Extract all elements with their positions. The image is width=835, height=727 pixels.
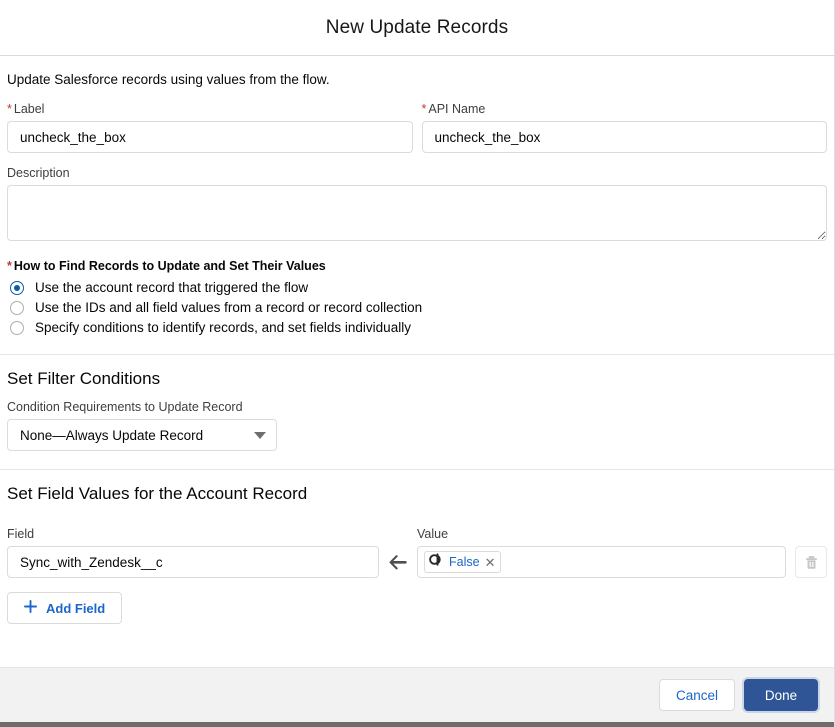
value-pill-false[interactable]: False ✕ [424,551,502,573]
label-field-label-text: Label [13,102,45,116]
radio-icon-selected [10,280,24,295]
api-name-field-label-text: API Name [428,102,486,116]
value-column-label: Value [417,527,449,541]
field-values-heading: Set Field Values for the Account Record [7,484,308,503]
done-button[interactable]: Done [744,679,818,711]
label-apiname-row: *Label *API Name [7,101,827,153]
label-field-label: * Label [7,101,413,117]
arrow-left-icon [379,554,417,570]
condition-requirements-label: Condition Requirements to Update Record [7,400,243,414]
api-name-field-label: * API Name [422,101,828,117]
radio-label-specify-conditions: Specify conditions to identify records, … [35,320,411,335]
api-name-field-group: * API Name [421,101,828,153]
required-asterisk-howtofind: * [7,259,12,273]
cancel-button[interactable]: Cancel [658,679,735,711]
close-icon[interactable]: ✕ [485,556,496,569]
field-value-column-labels: Field Value [7,526,827,546]
condition-requirements-select-wrap: None—Always Update Record [7,419,277,451]
field-values-section: Set Field Values for the Account Record … [0,470,834,624]
filter-conditions-heading: Set Filter Conditions [7,369,161,388]
condition-requirements-select[interactable]: None—Always Update Record [7,419,277,451]
description-field-group: Description [7,165,827,241]
radio-icon-unselected [10,300,24,315]
radio-label-ids-and-values: Use the IDs and all field values from a … [35,300,423,315]
required-asterisk-label: * [7,102,12,116]
modal-body: Update Salesforce records using values f… [0,56,834,667]
trash-icon [805,555,817,569]
page-title: New Update Records [325,16,509,38]
plus-icon [24,600,37,616]
condition-requirements-selected-value: None—Always Update Record [20,427,204,443]
modal-footer: Cancel Done [0,667,834,727]
radio-label-triggering-record: Use the account record that triggered th… [35,280,309,295]
api-name-input[interactable] [421,121,827,153]
how-to-find-legend-text: How to Find Records to Update and Set Th… [13,259,326,273]
modal-header: New Update Records [0,0,834,56]
new-update-records-modal: New Update Records Update Salesforce rec… [0,0,835,727]
field-column-label: Field [7,527,35,541]
intro-description: Update Salesforce records using values f… [7,72,330,87]
radio-option-specify-conditions[interactable]: Specify conditions to identify records, … [7,318,827,337]
label-input[interactable] [7,121,413,153]
delete-row-button[interactable] [795,546,827,578]
label-field-group: * Label [7,101,413,153]
field-name-input[interactable] [7,546,379,578]
value-input[interactable]: False ✕ [417,546,786,578]
add-field-button[interactable]: Add Field [7,592,123,624]
table-row: False ✕ [7,546,827,578]
value-pill-label: False [449,554,480,569]
add-field-button-label: Add Field [46,600,106,616]
required-asterisk-apiname: * [421,102,427,116]
how-to-find-legend: * How to Find Records to Update and Set T… [7,241,827,278]
description-label: Description [7,166,70,180]
description-textarea[interactable] [7,185,827,241]
global-constant-icon [429,553,444,571]
filter-conditions-section: Set Filter Conditions Condition Requirem… [0,355,834,451]
radio-icon-unselected-2 [10,320,24,335]
radio-option-triggering-record[interactable]: Use the account record that triggered th… [7,278,827,297]
radio-option-ids-and-values[interactable]: Use the IDs and all field values from a … [7,298,827,317]
